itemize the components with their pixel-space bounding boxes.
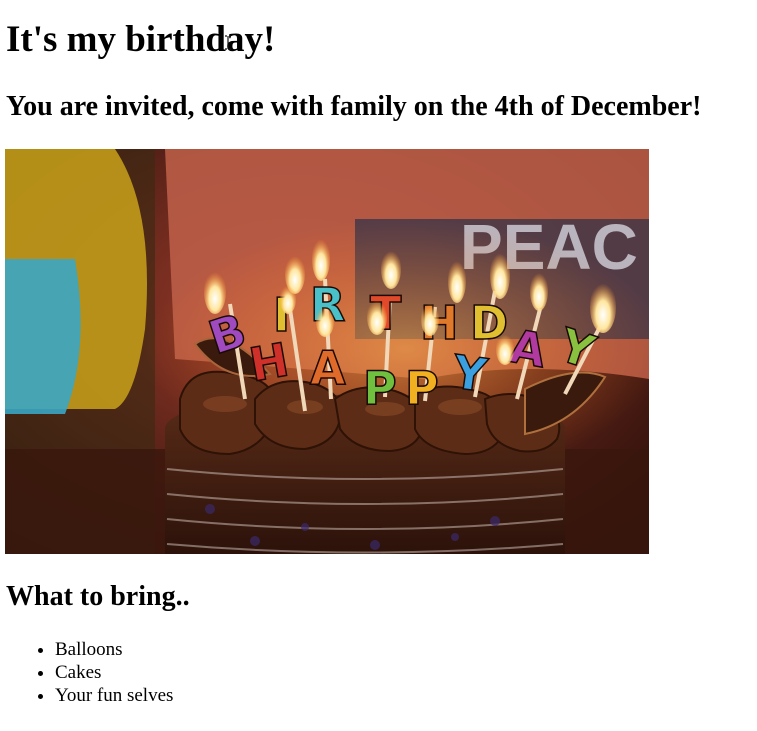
invitation-subtitle: You are invited, come with family on the… bbox=[6, 91, 702, 122]
birthday-cake-image: PEAC bbox=[5, 149, 649, 554]
svg-text:P: P bbox=[405, 361, 439, 415]
list-item: Your fun selves bbox=[55, 684, 173, 707]
svg-text:P: P bbox=[363, 361, 397, 415]
page: It's my birthday! You are invited, come … bbox=[0, 0, 757, 731]
svg-text:A: A bbox=[310, 341, 346, 395]
what-to-bring-heading: What to bring.. bbox=[6, 581, 190, 612]
text-cursor-icon bbox=[225, 35, 231, 50]
page-title: It's my birthday! bbox=[6, 19, 276, 60]
list-item: Balloons bbox=[55, 638, 173, 661]
bring-list: Balloons Cakes Your fun selves bbox=[15, 638, 173, 707]
cake-photo-illustration: PEAC bbox=[5, 149, 649, 554]
list-item: Cakes bbox=[55, 661, 173, 684]
